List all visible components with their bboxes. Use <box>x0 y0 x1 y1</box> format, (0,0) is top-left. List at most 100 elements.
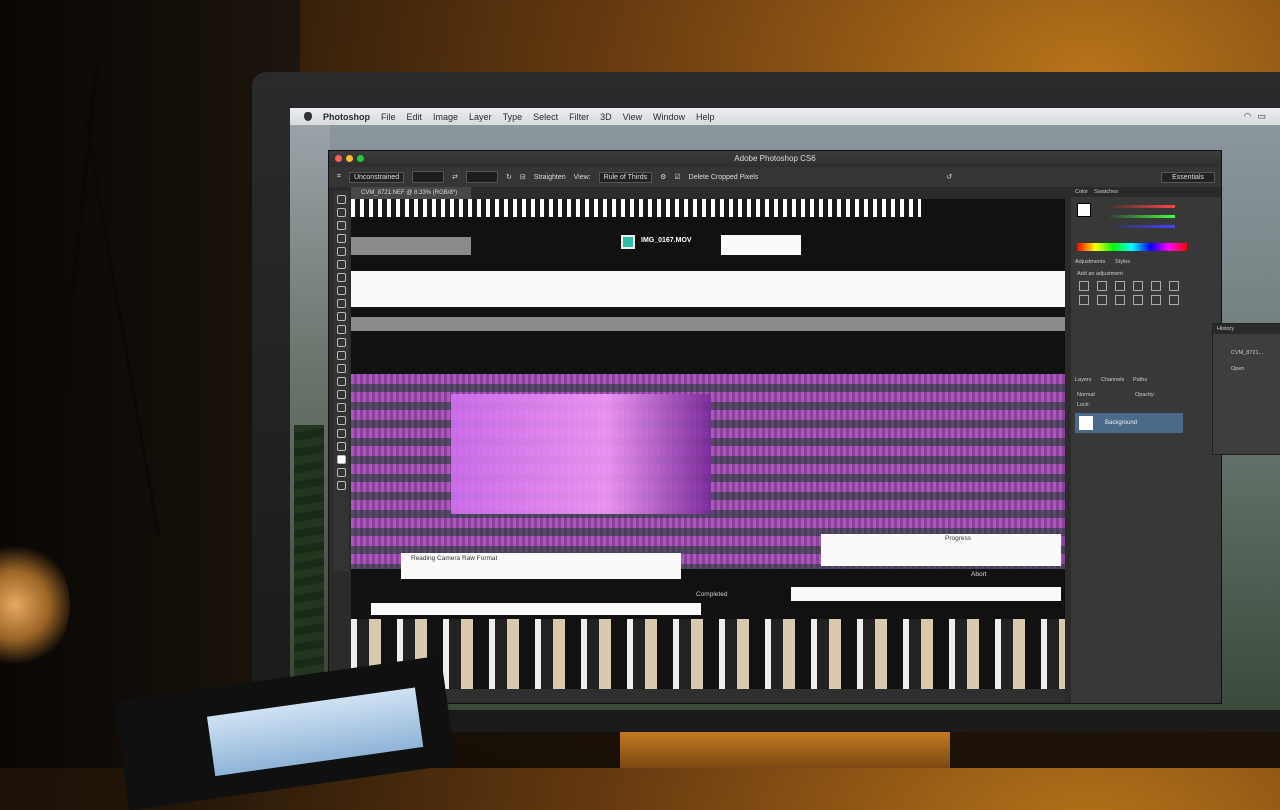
view-label: View: <box>573 173 591 181</box>
menu-window[interactable]: Window <box>653 112 685 122</box>
curves-icon[interactable] <box>1115 281 1125 291</box>
mac-menubar: Photoshop File Edit Image Layer Type Sel… <box>290 108 1280 125</box>
menu-view[interactable]: View <box>623 112 642 122</box>
dodge-tool-icon[interactable] <box>336 364 346 373</box>
menu-help[interactable]: Help <box>696 112 715 122</box>
wifi-icon[interactable]: ◠ <box>1244 111 1252 122</box>
gradient-tool-icon[interactable] <box>336 338 346 347</box>
color-spectrum[interactable] <box>1077 243 1187 251</box>
laptop-screen <box>206 687 424 777</box>
blur-tool-icon[interactable] <box>336 351 346 360</box>
glitch-gray-block <box>351 237 471 255</box>
quick-mask-icon[interactable] <box>336 468 346 477</box>
straighten-icon[interactable]: ⊟ <box>520 173 526 181</box>
photoshop-window: Adobe Photoshop CS6 ⌗ Unconstrained ⇄ ↻ … <box>328 150 1222 704</box>
glitch-noise-band <box>351 619 1065 689</box>
battery-icon[interactable]: ▭ <box>1257 111 1266 122</box>
minimize-window-button[interactable] <box>346 155 353 162</box>
eyedropper-tool-icon[interactable] <box>336 260 346 269</box>
delete-cropped-checkbox[interactable]: ☑ <box>674 173 680 181</box>
history-item[interactable]: Open <box>1231 366 1244 372</box>
marquee-tool-icon[interactable] <box>336 208 346 217</box>
menu-app-name[interactable]: Photoshop <box>323 112 370 122</box>
menu-layer[interactable]: Layer <box>469 112 492 122</box>
eraser-tool-icon[interactable] <box>336 325 346 334</box>
menu-type[interactable]: Type <box>503 112 523 122</box>
tab-layers[interactable]: Layers <box>1075 377 1092 383</box>
menu-image[interactable]: Image <box>433 112 458 122</box>
menu-edit[interactable]: Edit <box>407 112 423 122</box>
status-bar: Doc: 105.8M/105.8M <box>351 689 1065 701</box>
move-tool-icon[interactable] <box>336 195 346 204</box>
foreground-color-swatch[interactable] <box>1077 203 1091 217</box>
gear-icon[interactable]: ⚙ <box>660 173 666 181</box>
tab-history[interactable]: History <box>1213 324 1280 334</box>
history-brush-tool-icon[interactable] <box>336 312 346 321</box>
swap-icon[interactable]: ⇄ <box>452 173 458 181</box>
crop-tool-icon[interactable] <box>336 247 346 256</box>
abort-button[interactable]: Abort <box>971 571 987 578</box>
color-swatches-icon[interactable] <box>336 455 346 464</box>
brightness-icon[interactable] <box>1079 281 1089 291</box>
tab-adjustments[interactable]: Adjustments <box>1075 259 1105 265</box>
tab-swatches[interactable]: Swatches <box>1094 187 1118 197</box>
glitched-canvas[interactable]: IMG_0167.MOV Reading Camera Raw Format P… <box>351 199 1065 689</box>
mixer-icon[interactable] <box>1133 295 1143 305</box>
red-slider[interactable] <box>1105 205 1175 208</box>
tab-channels[interactable]: Channels <box>1101 377 1124 383</box>
close-window-button[interactable] <box>335 155 342 162</box>
vibrance-icon[interactable] <box>1151 281 1161 291</box>
glitch-white-band <box>371 603 701 615</box>
straighten-label[interactable]: Straighten <box>534 174 566 181</box>
screen-mode-icon[interactable] <box>336 481 346 490</box>
healing-tool-icon[interactable] <box>336 273 346 282</box>
lookup-icon[interactable] <box>1151 295 1161 305</box>
dialog-progress-text: Progress <box>945 535 972 542</box>
zoom-tool-icon[interactable] <box>336 442 346 451</box>
menu-filter[interactable]: Filter <box>569 112 589 122</box>
stamp-tool-icon[interactable] <box>336 299 346 308</box>
tab-color[interactable]: Color <box>1075 187 1088 197</box>
workspace-select[interactable]: Essentials <box>1161 171 1215 183</box>
lasso-tool-icon[interactable] <box>336 221 346 230</box>
quick-select-tool-icon[interactable] <box>336 234 346 243</box>
blend-mode-select[interactable]: Normal <box>1077 392 1095 398</box>
photo-filter-icon[interactable] <box>1115 295 1125 305</box>
hand-tool-icon[interactable] <box>336 429 346 438</box>
bw-icon[interactable] <box>1097 295 1107 305</box>
type-tool-icon[interactable] <box>336 390 346 399</box>
crop-tool-icon[interactable]: ⌗ <box>337 173 341 181</box>
overlay-select[interactable]: Rule of Thirds <box>598 171 653 183</box>
exposure-icon[interactable] <box>1133 281 1143 291</box>
tab-paths[interactable]: Paths <box>1133 377 1147 383</box>
history-item[interactable]: CVM_8721... <box>1231 350 1263 356</box>
right-panels: Color Swatches Adjustments Styles Add an… <box>1071 187 1221 703</box>
levels-icon[interactable] <box>1097 281 1107 291</box>
layer-row-background[interactable]: Background <box>1075 413 1183 433</box>
glitch-white-block <box>721 235 801 255</box>
blue-slider[interactable] <box>1105 225 1175 228</box>
ratio-select[interactable]: Unconstrained <box>348 171 405 183</box>
menu-file[interactable]: File <box>381 112 396 122</box>
zoom-window-button[interactable] <box>357 155 364 162</box>
tab-styles[interactable]: Styles <box>1115 259 1130 265</box>
height-field[interactable] <box>465 171 498 183</box>
menu-select[interactable]: Select <box>533 112 558 122</box>
brush-tool-icon[interactable] <box>336 286 346 295</box>
reset-icon[interactable]: ↺ <box>946 173 952 181</box>
window-title: Adobe Photoshop CS6 <box>329 151 1221 167</box>
green-slider[interactable] <box>1105 215 1175 218</box>
width-field[interactable] <box>412 171 445 183</box>
shape-tool-icon[interactable] <box>336 416 346 425</box>
hue-icon[interactable] <box>1169 281 1179 291</box>
pen-tool-icon[interactable] <box>336 377 346 386</box>
path-select-tool-icon[interactable] <box>336 403 346 412</box>
balance-icon[interactable] <box>1079 295 1089 305</box>
apple-icon[interactable] <box>304 112 312 121</box>
menu-3d[interactable]: 3D <box>600 112 612 122</box>
invert-icon[interactable] <box>1169 295 1179 305</box>
monitor-screen: Photoshop File Edit Image Layer Type Sel… <box>290 108 1280 710</box>
document-tab[interactable]: CVM_8721.NEF @ 8.33% (RGB/8*) <box>351 187 471 199</box>
tools-panel <box>333 191 349 571</box>
rotate-icon[interactable]: ↻ <box>506 173 512 181</box>
